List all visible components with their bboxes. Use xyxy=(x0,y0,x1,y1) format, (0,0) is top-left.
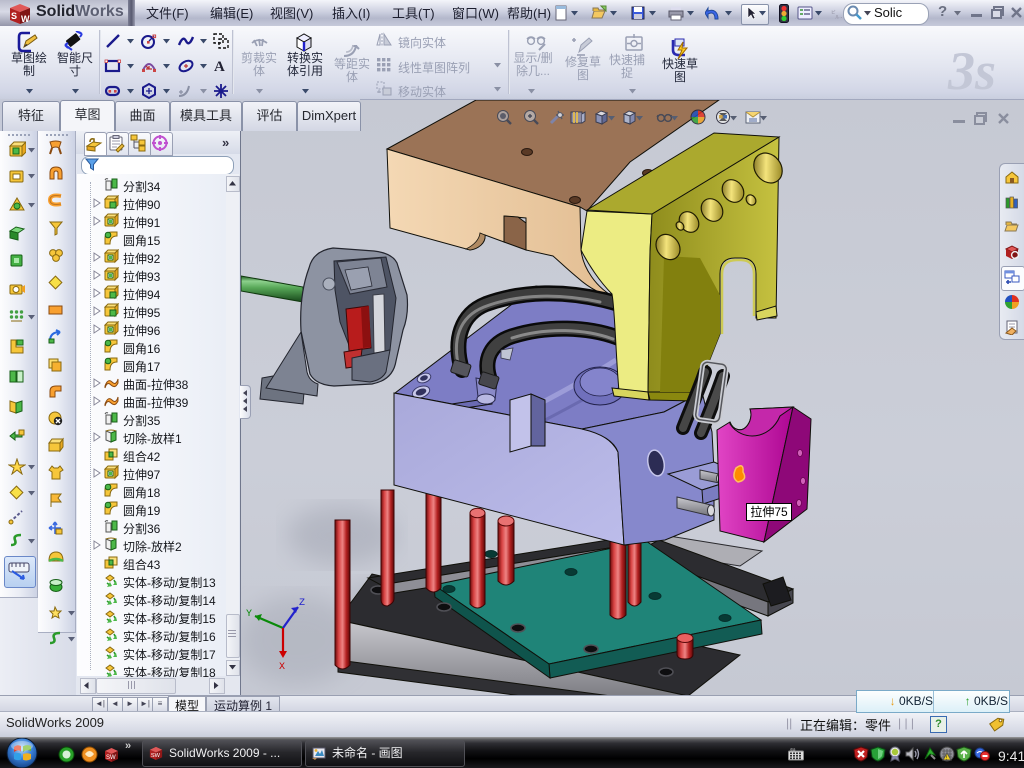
svg-text:!: ! xyxy=(946,756,947,762)
svg-text:SW: SW xyxy=(106,755,116,761)
svg-text:Y: Y xyxy=(246,609,252,620)
svg-text:键盘: 键盘 xyxy=(790,748,796,752)
svg-text:SW: SW xyxy=(151,753,161,759)
svg-text:A: A xyxy=(214,59,225,75)
svg-text:W: W xyxy=(21,14,30,24)
svg-text:S: S xyxy=(11,11,17,21)
svg-text:Z: Z xyxy=(299,598,305,609)
svg-text:X: X xyxy=(279,662,285,673)
